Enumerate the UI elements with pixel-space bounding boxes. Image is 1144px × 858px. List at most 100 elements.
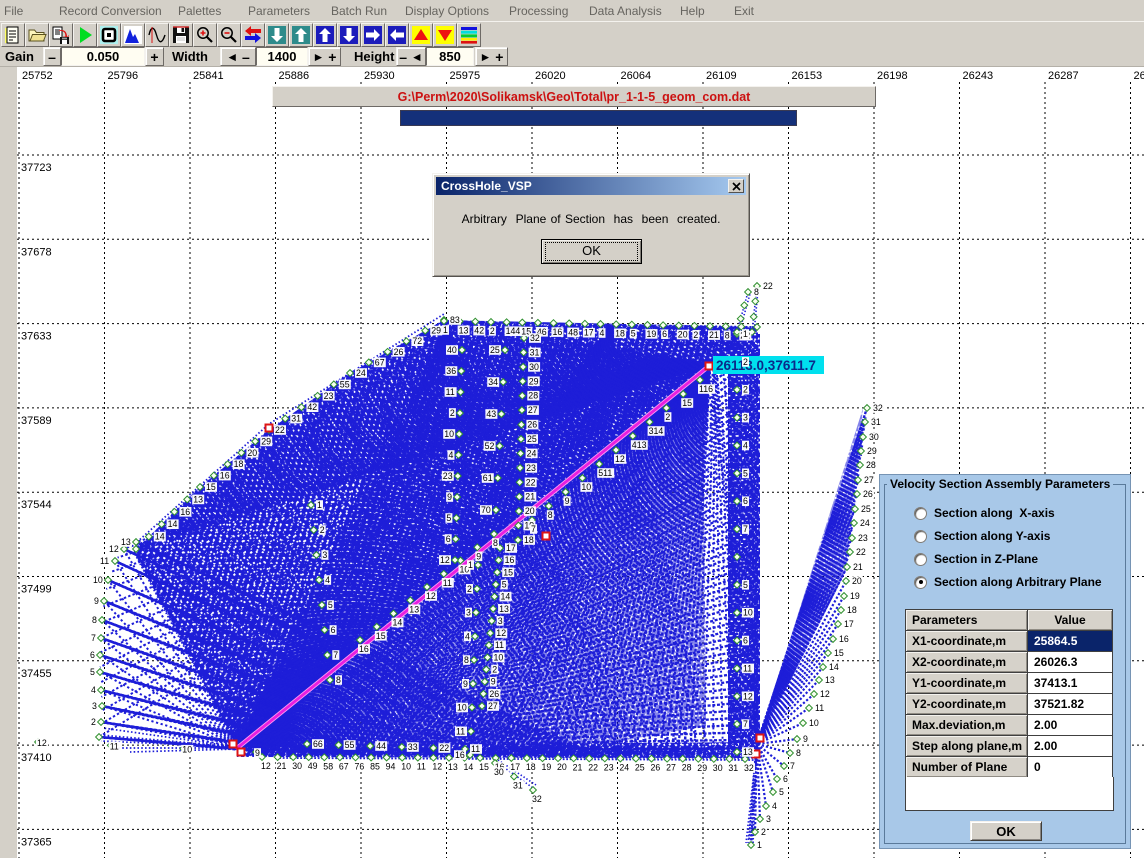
svg-text:413: 413 <box>632 440 647 450</box>
menu-item-file[interactable]: File <box>4 4 23 18</box>
red-triangle-up-button[interactable] <box>409 23 433 47</box>
table-row: X1-coordinate,m25864.5 <box>906 631 1113 652</box>
histogram-button[interactable] <box>121 23 145 47</box>
param-value[interactable]: 2.00 <box>1028 715 1113 736</box>
dialog-ok-label: OK <box>545 242 638 261</box>
svg-text:1: 1 <box>443 325 448 335</box>
svg-text:15: 15 <box>206 482 216 492</box>
svg-text:30: 30 <box>292 761 302 771</box>
param-value[interactable]: 25864.5 <box>1028 631 1113 652</box>
svg-text:1: 1 <box>743 329 748 339</box>
gain-label: Gain <box>0 47 43 66</box>
param-value[interactable]: 2.00 <box>1028 736 1113 757</box>
svg-text:25: 25 <box>490 345 500 355</box>
height-increment-button[interactable]: ► + <box>475 47 508 66</box>
blue-arrow-down-button[interactable] <box>337 23 361 47</box>
width-decrement-button[interactable]: ◄ – <box>220 47 256 66</box>
save-convert-button[interactable] <box>49 23 73 47</box>
menu-item-help[interactable]: Help <box>680 4 705 18</box>
open-folder-button[interactable] <box>25 23 49 47</box>
radio-icon[interactable] <box>914 507 927 520</box>
teal-arrow-down-button[interactable] <box>265 23 289 47</box>
svg-text:17: 17 <box>844 619 854 629</box>
blue-arrow-left-button[interactable] <box>385 23 409 47</box>
palette-stripes-button[interactable] <box>457 23 481 47</box>
teal-arrow-up-button[interactable] <box>289 23 313 47</box>
height-decrement-button[interactable]: – ◄ <box>396 47 426 66</box>
svg-text:11: 11 <box>471 744 480 754</box>
gain-decrement-button[interactable]: – <box>43 47 61 66</box>
svg-text:15: 15 <box>834 648 844 658</box>
menu-item-batch-run[interactable]: Batch Run <box>331 4 387 18</box>
svg-text:29: 29 <box>261 436 271 446</box>
svg-text:13: 13 <box>448 762 458 772</box>
svg-text:12: 12 <box>743 691 753 701</box>
gain-increment-button[interactable]: + <box>145 47 164 66</box>
table-row: Max.deviation,m2.00 <box>906 715 1113 736</box>
new-document-button[interactable] <box>1 23 25 47</box>
red-triangle-down-button[interactable] <box>433 23 457 47</box>
param-value[interactable]: 37521.82 <box>1028 694 1113 715</box>
dialog-title-bar[interactable]: CrossHole_VSP <box>436 177 746 195</box>
panel-ok-button[interactable]: OK <box>970 821 1042 841</box>
radio-icon[interactable] <box>914 576 927 589</box>
menu-item-record-conversion[interactable]: Record Conversion <box>59 4 162 18</box>
svg-text:24: 24 <box>860 518 870 528</box>
blue-arrow-right-button[interactable] <box>361 23 385 47</box>
param-value[interactable]: 0 <box>1028 757 1113 778</box>
gain-value-field[interactable]: 0.050 <box>61 47 145 66</box>
dialog-body: Arbitrary Plane of Section has been crea… <box>436 195 746 275</box>
swap-arrows-button[interactable] <box>241 23 265 47</box>
menu-item-data-analysis[interactable]: Data Analysis <box>589 4 662 18</box>
parameters-table-empty-area <box>905 777 1114 811</box>
svg-text:12: 12 <box>432 762 442 772</box>
svg-text:4: 4 <box>325 575 330 585</box>
zoom-in-button[interactable] <box>193 23 217 47</box>
radio-option-2[interactable]: Section along Y-axis <box>914 529 1050 543</box>
svg-text:21: 21 <box>853 562 863 572</box>
svg-text:29: 29 <box>431 326 441 336</box>
menu-item-processing[interactable]: Processing <box>509 4 568 18</box>
svg-text:11: 11 <box>495 640 504 650</box>
radio-option-4[interactable]: Section along Arbitrary Plane <box>914 575 1102 589</box>
menu-item-exit[interactable]: Exit <box>734 4 754 18</box>
blue-arrow-up-button[interactable] <box>313 23 337 47</box>
red-triangle-up-icon <box>411 25 431 45</box>
close-icon[interactable] <box>728 179 744 193</box>
dialog-ok-button[interactable]: OK <box>541 239 642 264</box>
save-floppy-button[interactable] <box>169 23 193 47</box>
svg-text:25841: 25841 <box>193 70 224 82</box>
svg-text:11: 11 <box>815 703 824 713</box>
svg-text:25: 25 <box>527 434 537 444</box>
height-value-field[interactable]: 850 <box>426 47 474 66</box>
width-value-field[interactable]: 1400 <box>256 47 308 66</box>
svg-text:10: 10 <box>401 762 411 772</box>
svg-text:12: 12 <box>37 738 47 748</box>
run-play-button[interactable] <box>73 23 97 47</box>
svg-text:12: 12 <box>440 555 450 565</box>
svg-text:7: 7 <box>531 524 536 534</box>
svg-text:9: 9 <box>463 679 468 689</box>
svg-text:10: 10 <box>743 608 753 618</box>
menu-item-parameters[interactable]: Parameters <box>248 4 310 18</box>
teal-arrow-up-icon <box>291 25 311 45</box>
svg-text:37365: 37365 <box>21 836 52 848</box>
radio-icon[interactable] <box>914 530 927 543</box>
menu-item-display-options[interactable]: Display Options <box>405 4 489 18</box>
radio-option-1[interactable]: Section along X-axis <box>914 506 1055 520</box>
radio-option-3[interactable]: Section in Z-Plane <box>914 552 1038 566</box>
svg-text:4: 4 <box>772 801 777 811</box>
param-name: X2-coordinate,m <box>906 652 1028 673</box>
svg-text:8: 8 <box>92 615 97 625</box>
menu-item-palettes[interactable]: Palettes <box>178 4 221 18</box>
param-value[interactable]: 26026.3 <box>1028 652 1113 673</box>
record-stop-button[interactable] <box>97 23 121 47</box>
zoom-out-button[interactable] <box>217 23 241 47</box>
width-increment-button[interactable]: ► + <box>308 47 341 66</box>
svg-text:11: 11 <box>110 741 119 751</box>
param-value[interactable]: 37413.1 <box>1028 673 1113 694</box>
svg-text:25975: 25975 <box>450 70 481 82</box>
svg-text:31: 31 <box>871 417 881 427</box>
waveform-button[interactable] <box>145 23 169 47</box>
radio-icon[interactable] <box>914 553 927 566</box>
